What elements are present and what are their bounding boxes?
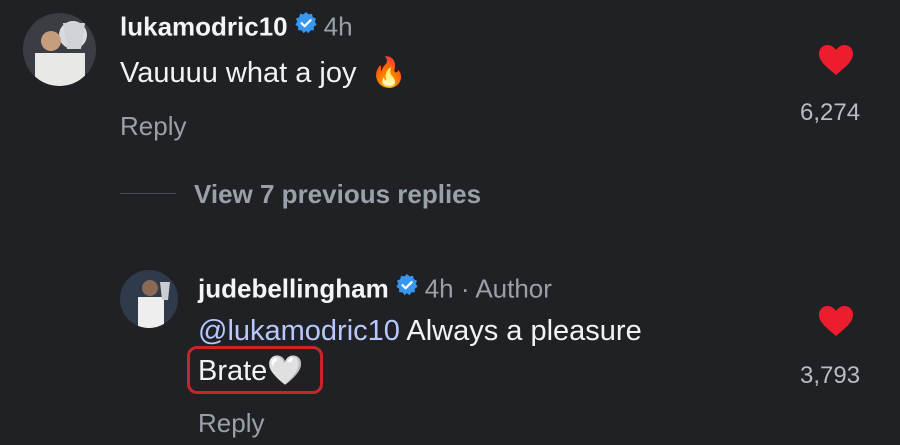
fire-emoji: 🔥 — [370, 57, 407, 89]
view-previous-replies-button[interactable]: View 7 previous replies — [194, 179, 481, 210]
thread-divider — [120, 193, 176, 194]
timestamp: 4h — [424, 273, 454, 304]
author-badge: Author — [475, 273, 552, 304]
verified-badge-icon — [395, 273, 419, 304]
comment-body: Vauuuu what a joy — [120, 57, 357, 89]
username[interactable]: lukamodric10 — [120, 11, 288, 41]
verified-badge-icon — [294, 11, 318, 42]
heart-icon[interactable] — [818, 305, 854, 342]
reply-button[interactable]: Reply — [120, 111, 186, 142]
reply-text-line-1: @lukamodric10 Always a pleasure — [198, 315, 642, 348]
timestamp: 4h — [323, 11, 353, 42]
avatar[interactable] — [23, 13, 96, 86]
heart-icon[interactable] — [818, 44, 854, 81]
like-count: 6,274 — [800, 99, 861, 126]
comment-header: lukamodric10 4h — [120, 11, 353, 46]
avatar[interactable] — [120, 270, 178, 328]
reply-button[interactable]: Reply — [198, 408, 264, 439]
reply-header: judebellingham 4h · Author — [198, 273, 552, 308]
like-count: 3,793 — [800, 362, 861, 389]
meta-separator: · — [460, 273, 470, 304]
reply-body: Always a pleasure — [399, 315, 642, 347]
username[interactable]: judebellingham — [198, 273, 389, 303]
mention-link[interactable]: @lukamodric10 — [198, 315, 400, 347]
highlight-annotation — [187, 346, 323, 394]
comment-text: Vauuuu what a joy 🔥 — [120, 56, 407, 90]
